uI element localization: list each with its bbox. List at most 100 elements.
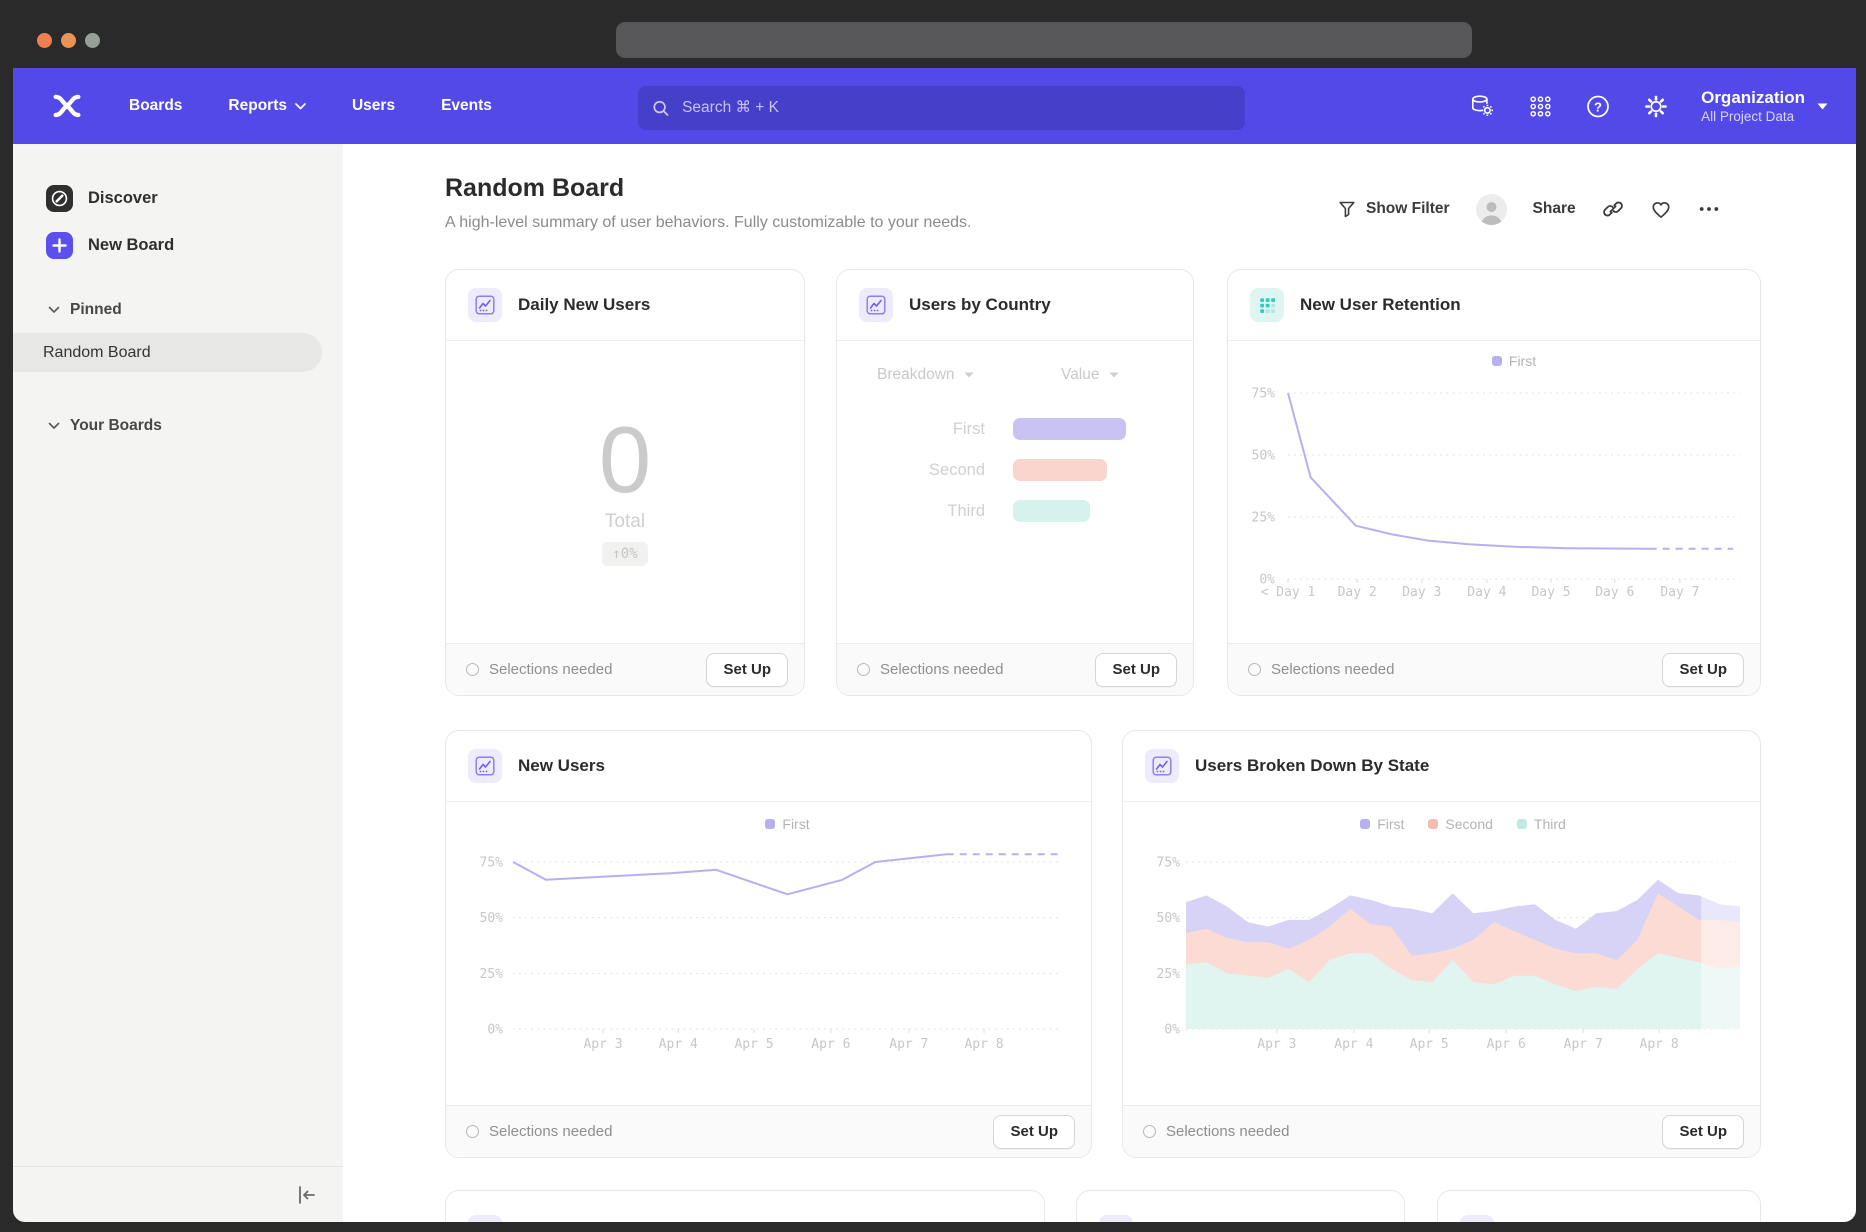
card-insights-report: Insights Report [1076, 1190, 1405, 1222]
collapse-sidebar-icon[interactable] [291, 1180, 321, 1210]
legend-item[interactable]: First [765, 816, 809, 832]
search-input[interactable] [680, 98, 1231, 118]
legend-item[interactable]: First [1492, 353, 1536, 369]
metric-label: Total [605, 511, 645, 533]
set-up-button[interactable]: Set Up [993, 1115, 1075, 1149]
card-header: Users Broken Down By State [1123, 731, 1760, 802]
svg-text:Apr 3: Apr 3 [1257, 1037, 1296, 1052]
set-up-button[interactable]: Set Up [1095, 653, 1177, 687]
svg-text:Apr 8: Apr 8 [1640, 1037, 1679, 1052]
apps-grid-icon[interactable] [1527, 93, 1553, 119]
svg-text:25%: 25% [1157, 967, 1181, 982]
org-name: Organization [1701, 88, 1805, 108]
chart-legend: First [513, 816, 1062, 832]
card-footer: Selections needed Set Up [1228, 643, 1760, 695]
bar-row: Second [837, 459, 1193, 481]
data-settings-icon[interactable] [1469, 93, 1495, 119]
new-users-line-chart: 75%50%25%0%Apr 3Apr 4Apr 5Apr 6Apr 7Apr … [446, 802, 1093, 1107]
sidebar-section-pinned[interactable]: Pinned [48, 301, 122, 319]
traffic-light-minimize[interactable] [61, 33, 76, 48]
bar-label: First [953, 420, 985, 439]
search-icon [652, 99, 670, 118]
svg-text:Day 3: Day 3 [1402, 585, 1441, 600]
nav-item-reports[interactable]: Reports [228, 97, 306, 115]
nav-item-events[interactable]: Events [441, 97, 492, 115]
favorite-heart-icon[interactable] [1650, 198, 1672, 220]
breakdown-dropdown[interactable]: Breakdown [877, 366, 974, 384]
chevron-down-icon [48, 422, 60, 430]
chevron-down-icon [1109, 372, 1119, 378]
card-header: New Users [446, 731, 1091, 802]
nav-item-reports-label: Reports [228, 97, 287, 115]
card-footer: Selections needed Set Up [446, 643, 804, 695]
mixpanel-logo-icon[interactable] [53, 93, 83, 119]
avatar[interactable] [1476, 194, 1507, 225]
share-button[interactable]: Share [1533, 200, 1576, 218]
svg-text:Apr 8: Apr 8 [964, 1037, 1003, 1052]
card-title: Users by Country [909, 295, 1051, 315]
status-circle-icon [1143, 1125, 1156, 1138]
org-project-selector[interactable]: Organization All Project Data [1701, 88, 1828, 125]
legend-item[interactable]: Second [1428, 816, 1492, 832]
chart-legend: First [1288, 353, 1740, 369]
metric-body: 0 Total ↑0% [446, 341, 804, 643]
line-chart-icon [468, 749, 502, 783]
svg-text:0%: 0% [1164, 1023, 1180, 1038]
sidebar-item-random-board[interactable]: Random Board [13, 333, 322, 372]
svg-text:Apr 3: Apr 3 [583, 1037, 622, 1052]
status-label: Selections needed [489, 1123, 612, 1140]
copy-link-icon[interactable] [1602, 198, 1624, 220]
traffic-light-close[interactable] [37, 33, 52, 48]
compass-icon [46, 185, 73, 212]
card-header: Users by Country [837, 270, 1193, 341]
bar-label: Third [947, 502, 985, 521]
nav-item-boards[interactable]: Boards [129, 97, 182, 115]
set-up-button[interactable]: Set Up [706, 653, 788, 687]
sidebar-item-label: Random Board [43, 344, 151, 362]
svg-text:Apr 7: Apr 7 [889, 1037, 928, 1052]
svg-text:50%: 50% [1252, 449, 1276, 464]
filter-funnel-icon [1337, 199, 1357, 219]
selections-status: Selections needed [1248, 661, 1394, 678]
board-actions: Show Filter Share [1337, 192, 1720, 226]
card-header: Active Users [1438, 1191, 1760, 1222]
value-dropdown[interactable]: Value [1061, 366, 1119, 384]
card-users-by-state: Users Broken Down By State First Second Th… [1122, 730, 1761, 1158]
search-bar[interactable] [638, 86, 1245, 130]
sidebar-item-label: Discover [88, 189, 158, 208]
set-up-button[interactable]: Set Up [1662, 653, 1744, 687]
card-active-users: Active Users [1437, 1190, 1761, 1222]
svg-text:50%: 50% [480, 911, 504, 926]
svg-text:Apr 4: Apr 4 [1334, 1037, 1373, 1052]
show-filter-button[interactable]: Show Filter [1337, 199, 1450, 219]
card-title: New Users [518, 756, 605, 776]
more-options-icon[interactable] [1698, 198, 1720, 220]
svg-text:75%: 75% [1252, 387, 1276, 402]
card-footer: Selections needed Set Up [1123, 1105, 1760, 1157]
legend-item[interactable]: First [1360, 816, 1404, 832]
window-url-bar[interactable] [616, 22, 1472, 58]
sidebar-item-new-board[interactable]: New Board [46, 232, 174, 259]
card-header: Daily New Users [446, 270, 804, 341]
section-label: Pinned [70, 301, 122, 319]
chart-legend: First Second Third [1186, 816, 1740, 832]
bar-second [1013, 459, 1107, 481]
chevron-down-icon [48, 306, 60, 314]
svg-text:75%: 75% [1157, 856, 1181, 871]
card-footer: Selections needed Set Up [446, 1105, 1091, 1157]
nav-item-users[interactable]: Users [352, 97, 395, 115]
section-label: Your Boards [70, 417, 162, 435]
nav-menu: Boards Reports Users Events [129, 97, 492, 115]
settings-gear-icon[interactable] [1643, 93, 1669, 119]
help-icon[interactable]: ? [1585, 93, 1611, 119]
plus-icon [46, 232, 73, 259]
legend-item[interactable]: Third [1517, 816, 1566, 832]
nav-item-events-label: Events [441, 97, 492, 115]
sidebar-item-discover[interactable]: Discover [46, 185, 158, 212]
traffic-light-zoom[interactable] [85, 33, 100, 48]
sidebar: Discover New Board Pinned Random Board Y… [13, 144, 343, 1222]
status-circle-icon [857, 663, 870, 676]
svg-text:25%: 25% [480, 967, 504, 982]
sidebar-section-your-boards[interactable]: Your Boards [48, 417, 162, 435]
set-up-button[interactable]: Set Up [1662, 1115, 1744, 1149]
